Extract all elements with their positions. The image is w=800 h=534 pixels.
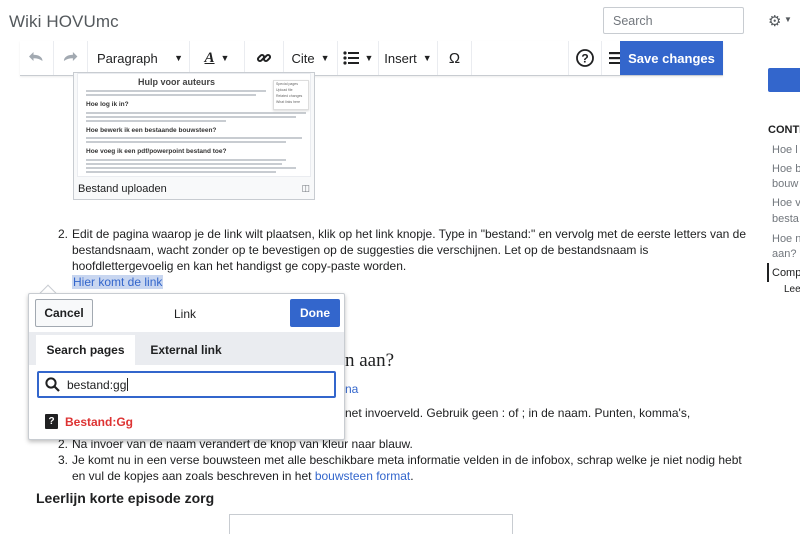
- list-number: 2.: [58, 227, 69, 241]
- insert-label: Insert: [384, 50, 417, 66]
- image-heading: Hoe voeg ik een pdf/powerpoint bestand t…: [86, 148, 227, 155]
- done-button[interactable]: Done: [290, 299, 340, 327]
- toc-item[interactable]: bouw: [772, 178, 798, 190]
- cancel-button[interactable]: Cancel: [35, 299, 93, 327]
- help-button[interactable]: ?: [568, 41, 602, 75]
- paragraph-line[interactable]: Je komt nu in een verse bouwsteen met al…: [72, 452, 742, 468]
- list-number: 3.: [58, 453, 69, 467]
- special-character-button[interactable]: Ω: [438, 41, 472, 75]
- toc-item[interactable]: Hoe v: [772, 197, 800, 209]
- paragraph-line[interactable]: hoofdletter​gevoelig en kan het handigst…: [72, 258, 406, 274]
- redo-icon: [63, 52, 77, 61]
- selected-link-text[interactable]: Hier komt de link: [72, 275, 164, 289]
- top-header: Wiki HOVUmc Search ⚙ ▼: [0, 0, 800, 44]
- image-heading: Hoe bewerk ik een bestaande bouwsteen?: [86, 127, 217, 134]
- format-dropdown[interactable]: Paragraph ▼: [88, 41, 190, 75]
- toc-item[interactable]: Hoe n: [772, 233, 800, 245]
- image-text-line: [86, 94, 256, 96]
- cite-label: Cite: [291, 50, 315, 66]
- link-search-input[interactable]: bestand:gg: [37, 371, 336, 398]
- bouwsteen-format-link[interactable]: bouwsteen format: [315, 469, 410, 483]
- infobox-frame[interactable]: [229, 514, 513, 534]
- toc-item[interactable]: Hoe l: [772, 144, 798, 156]
- figure-image[interactable]: Hulp voor auteurs Hoe log ik in? Hoe bew…: [77, 73, 311, 177]
- redo-button[interactable]: [54, 41, 88, 75]
- search-result-item[interactable]: ? Bestand:Gg: [45, 414, 133, 429]
- image-text-line: [86, 112, 306, 114]
- toc-item-active[interactable]: Comp: [772, 267, 800, 279]
- undo-button[interactable]: [20, 41, 54, 75]
- save-changes-button[interactable]: Save changes: [620, 41, 723, 75]
- text-style-dropdown[interactable]: A ▼: [190, 41, 245, 75]
- enlarge-icon[interactable]: ◫: [301, 183, 310, 194]
- image-text-line: [86, 163, 282, 165]
- link-dialog: Cancel Link Done Search pages External l…: [28, 293, 345, 440]
- search-icon: [45, 377, 60, 392]
- paragraph-line[interactable]: net invoerveld. Gebruik geen : of ; in d…: [345, 405, 690, 421]
- toc-item[interactable]: Hoe b: [772, 163, 800, 175]
- link-icon: [256, 53, 272, 63]
- toc-item[interactable]: aan?: [772, 248, 796, 260]
- chevron-down-icon: ▼: [174, 53, 183, 63]
- gear-icon[interactable]: ⚙: [768, 12, 781, 30]
- image-menu: Special pages Upload file Related change…: [273, 80, 309, 110]
- list-dropdown[interactable]: ▼: [338, 41, 379, 75]
- text-cursor: [127, 378, 129, 391]
- toc-subitem[interactable]: Leer: [784, 284, 800, 295]
- content-link[interactable]: na: [345, 381, 358, 397]
- chevron-down-icon: ▼: [364, 53, 374, 63]
- help-icon: ?: [576, 49, 594, 67]
- chevron-down-icon: ▼: [422, 53, 432, 63]
- insert-dropdown[interactable]: Insert ▼: [379, 41, 438, 75]
- toc-active-marker: [767, 263, 769, 282]
- link-search-value: bestand:gg: [67, 378, 129, 392]
- link-target-line[interactable]: Hier komt de link: [72, 274, 164, 290]
- image-menu-item: What links here: [276, 100, 301, 104]
- link-search-text: bestand:gg: [67, 378, 127, 392]
- text-style-icon: A: [204, 49, 215, 66]
- chevron-down-icon: ▼: [220, 53, 230, 63]
- bullet-list-icon: [342, 51, 359, 65]
- image-text-line: [86, 141, 286, 143]
- paragraph-line[interactable]: bestandsnaam, wacht zonder op te bevesti…: [72, 242, 648, 258]
- image-text-line: [86, 116, 296, 118]
- format-dropdown-label: Paragraph: [97, 50, 158, 66]
- chevron-down-icon: ▼: [320, 53, 330, 63]
- section-heading: Leerlijn korte episode zorg: [36, 490, 215, 506]
- paragraph-text: en vul de kopjes aan zoals beschreven in…: [72, 469, 315, 483]
- link-button[interactable]: [245, 41, 284, 75]
- right-panel-button[interactable]: [768, 68, 800, 92]
- dialog-title: Link: [174, 307, 197, 321]
- cite-dropdown[interactable]: Cite ▼: [284, 41, 338, 75]
- missing-page-icon: ?: [45, 414, 58, 429]
- search-input[interactable]: Search: [603, 7, 744, 34]
- omega-icon: Ω: [448, 49, 461, 67]
- undo-icon: [28, 52, 42, 61]
- toc-item[interactable]: besta: [772, 213, 799, 225]
- image-text-line: [86, 167, 296, 169]
- dialog-tabs: Search pages External link: [29, 332, 344, 365]
- section-heading: n aan?: [345, 350, 395, 371]
- image-text-line: [86, 137, 302, 139]
- tab-search-pages[interactable]: Search pages: [36, 335, 135, 365]
- figure-caption: Bestand uploaden: [78, 183, 167, 195]
- image-text-line: [86, 90, 266, 92]
- site-title[interactable]: Wiki HOVUmc: [9, 12, 119, 32]
- editor-toolbar: Paragraph ▼ A ▼ Cite ▼ ▼ Insert ▼ Ω ? ▼: [20, 41, 723, 76]
- tab-external-link[interactable]: External link: [140, 335, 232, 365]
- image-title: Hulp voor auteurs: [138, 77, 216, 87]
- image-heading: Hoe log ik in?: [86, 101, 129, 108]
- search-result-label: Bestand:Gg: [65, 414, 134, 429]
- image-text-line: [86, 171, 276, 173]
- paragraph-line[interactable]: en vul de kopjes aan zoals beschreven in…: [72, 468, 414, 484]
- image-text-line: [86, 159, 286, 161]
- svg-text:?: ?: [581, 52, 588, 66]
- paragraph-line[interactable]: Edit de pagina waarop je de link wilt pl…: [72, 226, 746, 242]
- image-figure[interactable]: Hulp voor auteurs Hoe log ik in? Hoe bew…: [73, 72, 315, 200]
- chevron-down-icon[interactable]: ▼: [784, 15, 792, 24]
- image-text-line: [86, 120, 226, 122]
- paragraph-text: .: [410, 469, 414, 483]
- toc-title: CONTENTS: [768, 124, 800, 136]
